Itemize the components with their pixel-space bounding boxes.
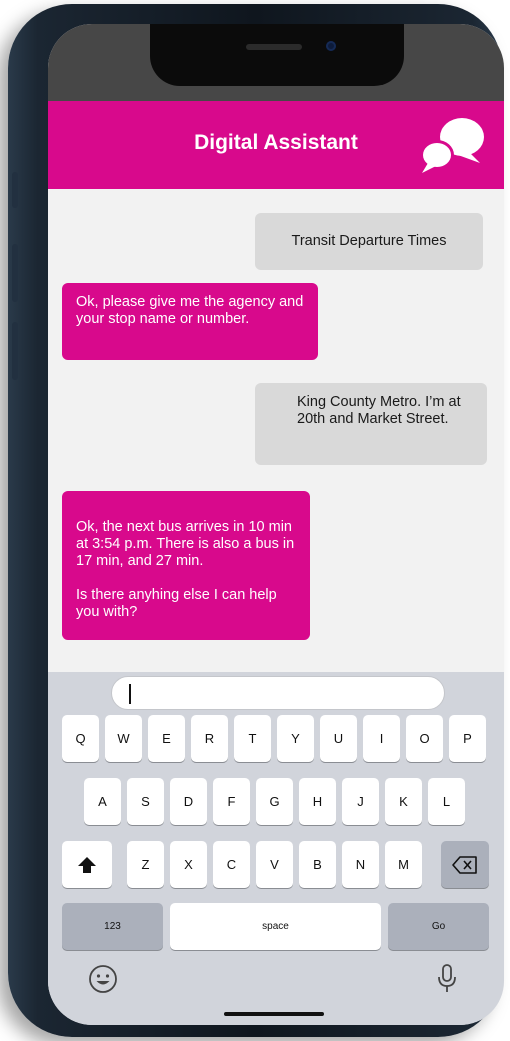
space-key[interactable]: space [170, 903, 381, 950]
key-f[interactable]: F [213, 778, 250, 825]
key-x[interactable]: X [170, 841, 207, 888]
backspace-key[interactable] [441, 841, 489, 888]
shift-icon [78, 856, 96, 873]
key-b[interactable]: B [299, 841, 336, 888]
microphone-icon[interactable] [437, 963, 457, 995]
key-t[interactable]: T [234, 715, 271, 762]
key-p[interactable]: P [449, 715, 486, 762]
speaker-grille [246, 44, 302, 50]
key-g[interactable]: G [256, 778, 293, 825]
key-e[interactable]: E [148, 715, 185, 762]
user-message: King County Metro. I’m at 20th and Marke… [255, 383, 487, 465]
key-i[interactable]: I [363, 715, 400, 762]
key-m[interactable]: M [385, 841, 422, 888]
key-l[interactable]: L [428, 778, 465, 825]
key-u[interactable]: U [320, 715, 357, 762]
assistant-message: Ok, the next bus arrives in 10 min at 3:… [62, 491, 310, 640]
key-k[interactable]: K [385, 778, 422, 825]
shift-key[interactable] [62, 841, 112, 888]
status-bar [48, 24, 504, 101]
keyboard: Q W E R T Y U I O P A S D F G H J K L Z … [48, 672, 504, 1025]
numbers-key[interactable]: 123 [62, 903, 163, 950]
key-c[interactable]: C [213, 841, 250, 888]
key-h[interactable]: H [299, 778, 336, 825]
message-text: Ok, the next bus arrives in 10 min at 3:… [76, 519, 295, 620]
message-text: King County Metro. I’m at 20th and Marke… [297, 394, 461, 427]
key-a[interactable]: A [84, 778, 121, 825]
key-q[interactable]: Q [62, 715, 99, 762]
key-z[interactable]: Z [127, 841, 164, 888]
key-v[interactable]: V [256, 841, 293, 888]
message-input[interactable] [111, 676, 445, 710]
phone-screen: Digital Assistant Transit Departure Time… [48, 24, 504, 1025]
volume-up-button [12, 244, 18, 302]
front-camera [326, 41, 336, 51]
key-n[interactable]: N [342, 841, 379, 888]
go-key[interactable]: Go [388, 903, 489, 950]
volume-down-button [12, 322, 18, 380]
assistant-message: Ok, please give me the agency and your s… [62, 283, 318, 360]
app-header: Digital Assistant [48, 101, 504, 189]
mute-switch [12, 172, 18, 208]
key-j[interactable]: J [342, 778, 379, 825]
user-message: Transit Departure Times [255, 213, 483, 270]
key-d[interactable]: D [170, 778, 207, 825]
home-indicator[interactable] [224, 1012, 324, 1016]
message-text: Transit Departure Times [291, 233, 447, 249]
notch [150, 24, 404, 86]
emoji-icon[interactable] [88, 964, 118, 994]
key-s[interactable]: S [127, 778, 164, 825]
message-text: Ok, please give me the agency and your s… [76, 294, 304, 327]
key-o[interactable]: O [406, 715, 443, 762]
backspace-icon [452, 855, 477, 874]
chat-bubbles-icon [420, 118, 484, 173]
text-cursor [129, 684, 131, 704]
key-r[interactable]: R [191, 715, 228, 762]
key-y[interactable]: Y [277, 715, 314, 762]
key-w[interactable]: W [105, 715, 142, 762]
phone-frame: Digital Assistant Transit Departure Time… [8, 4, 504, 1037]
